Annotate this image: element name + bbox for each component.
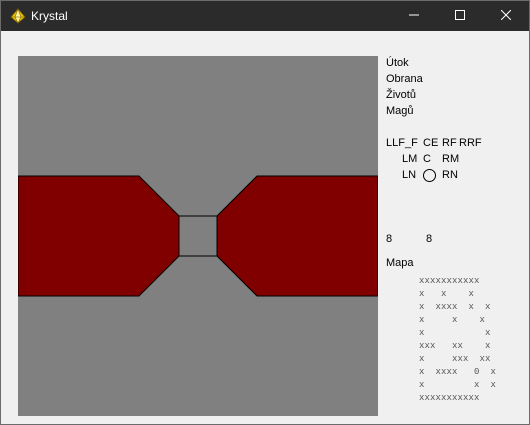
cell-ln: LN [402, 169, 417, 181]
attack-label: Útok [386, 57, 409, 69]
close-button[interactable] [483, 1, 529, 31]
map-row: x x x [419, 315, 486, 325]
map-row: x x x [419, 289, 475, 299]
lives-label: Životů [386, 89, 416, 101]
map-row: x xxx xx [419, 354, 491, 364]
far-passage [178, 215, 218, 257]
player-circle-icon [423, 169, 436, 182]
window-title: Krystal [31, 9, 68, 23]
minimap: xxxxxxxxxxx x x x x xxxx x x x x x x x x… [419, 275, 496, 405]
minimize-icon [409, 10, 419, 23]
cell-rm: RM [442, 153, 460, 165]
map-row: xxxxxxxxxxx [419, 276, 480, 286]
cell-rf: RF [442, 137, 457, 149]
cell-c: C [423, 153, 431, 165]
map-row: x xxxx x x [419, 302, 491, 312]
counter-left: 8 [386, 233, 393, 245]
map-row: xxxxxxxxxxx [419, 393, 480, 403]
left-wall [18, 175, 180, 297]
cell-rrf: RRF [459, 137, 482, 149]
title-bar[interactable]: Krystal [1, 1, 529, 31]
close-icon [500, 9, 512, 23]
map-row: x xxxx 0 x [419, 367, 497, 377]
minimize-button[interactable] [391, 1, 437, 31]
maximize-icon [455, 9, 465, 23]
counter-right: 8 [426, 233, 433, 245]
map-row: xxx xx x [419, 341, 491, 351]
map-label: Mapa [386, 257, 414, 269]
mages-label: Magů [386, 105, 414, 117]
app-window: Krystal Útok Obrana Životů Magů LLF_F CE… [0, 0, 530, 425]
cell-ce: CE [423, 137, 439, 149]
cell-rn: RN [442, 169, 458, 181]
dungeon-view[interactable] [18, 56, 378, 416]
maximize-button[interactable] [437, 1, 483, 31]
map-row: x x [419, 328, 491, 338]
right-wall [216, 175, 378, 297]
crystal-icon [10, 8, 26, 24]
defense-label: Obrana [386, 73, 423, 85]
cell-lm: LM [402, 153, 418, 165]
cell-llf-f: LLF_F [386, 137, 418, 149]
map-row: x x x [419, 380, 497, 390]
